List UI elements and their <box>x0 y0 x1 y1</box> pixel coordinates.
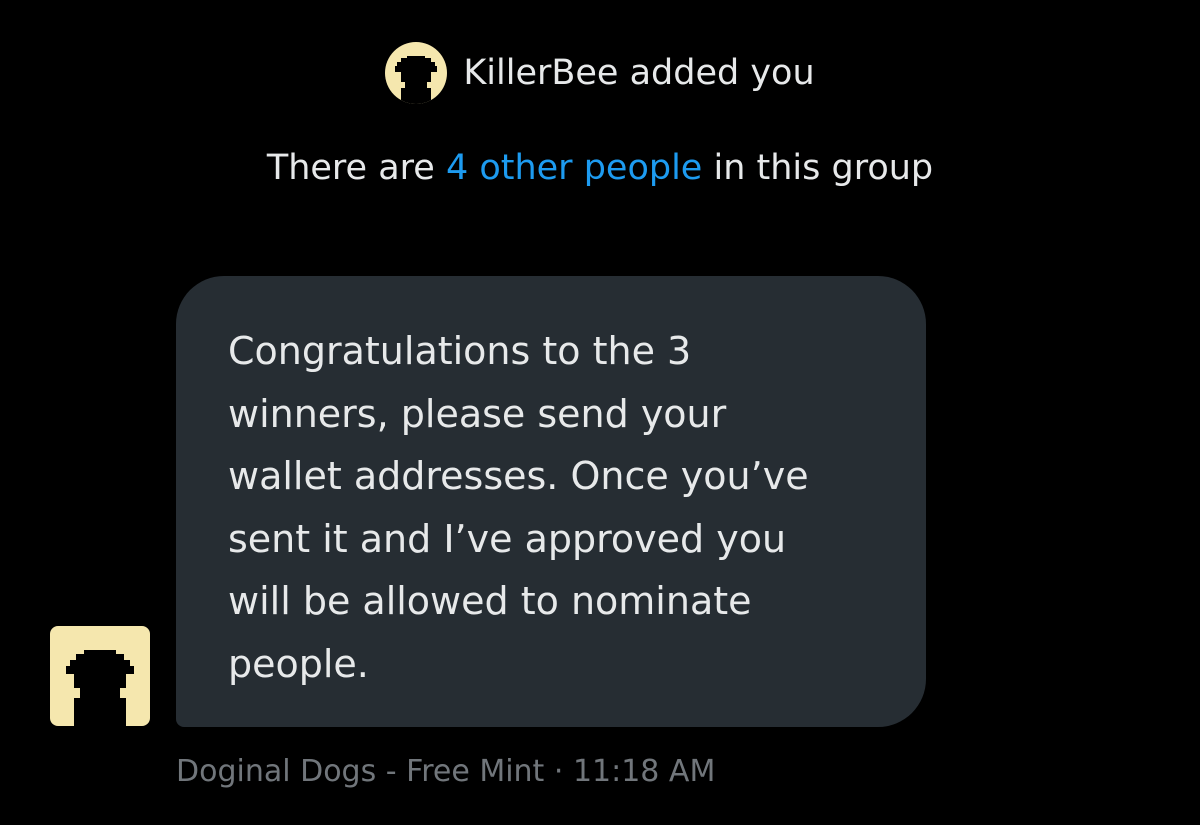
sender-name: Doginal Dogs - Free Mint <box>176 754 545 789</box>
dog-silhouette-icon <box>395 56 438 104</box>
group-member-info: There are 4 other people in this group <box>0 146 1200 190</box>
sender-avatar[interactable] <box>50 626 150 726</box>
message-meta: Doginal Dogs - Free Mint · 11:18 AM <box>176 750 715 794</box>
meta-separator: · <box>544 754 573 789</box>
system-notice: KillerBee added you <box>0 40 1200 106</box>
group-info-suffix: in this group <box>702 148 934 188</box>
group-info-prefix: There are <box>266 148 446 188</box>
system-notice-text: KillerBee added you <box>463 53 815 93</box>
group-members-link[interactable]: 4 other people <box>446 148 702 188</box>
killerbee-avatar[interactable] <box>385 42 448 104</box>
dog-silhouette-icon <box>66 650 134 726</box>
message-bubble[interactable]: Congratulations to the 3 winners, please… <box>176 276 926 727</box>
message-timestamp: 11:18 AM <box>572 754 716 789</box>
